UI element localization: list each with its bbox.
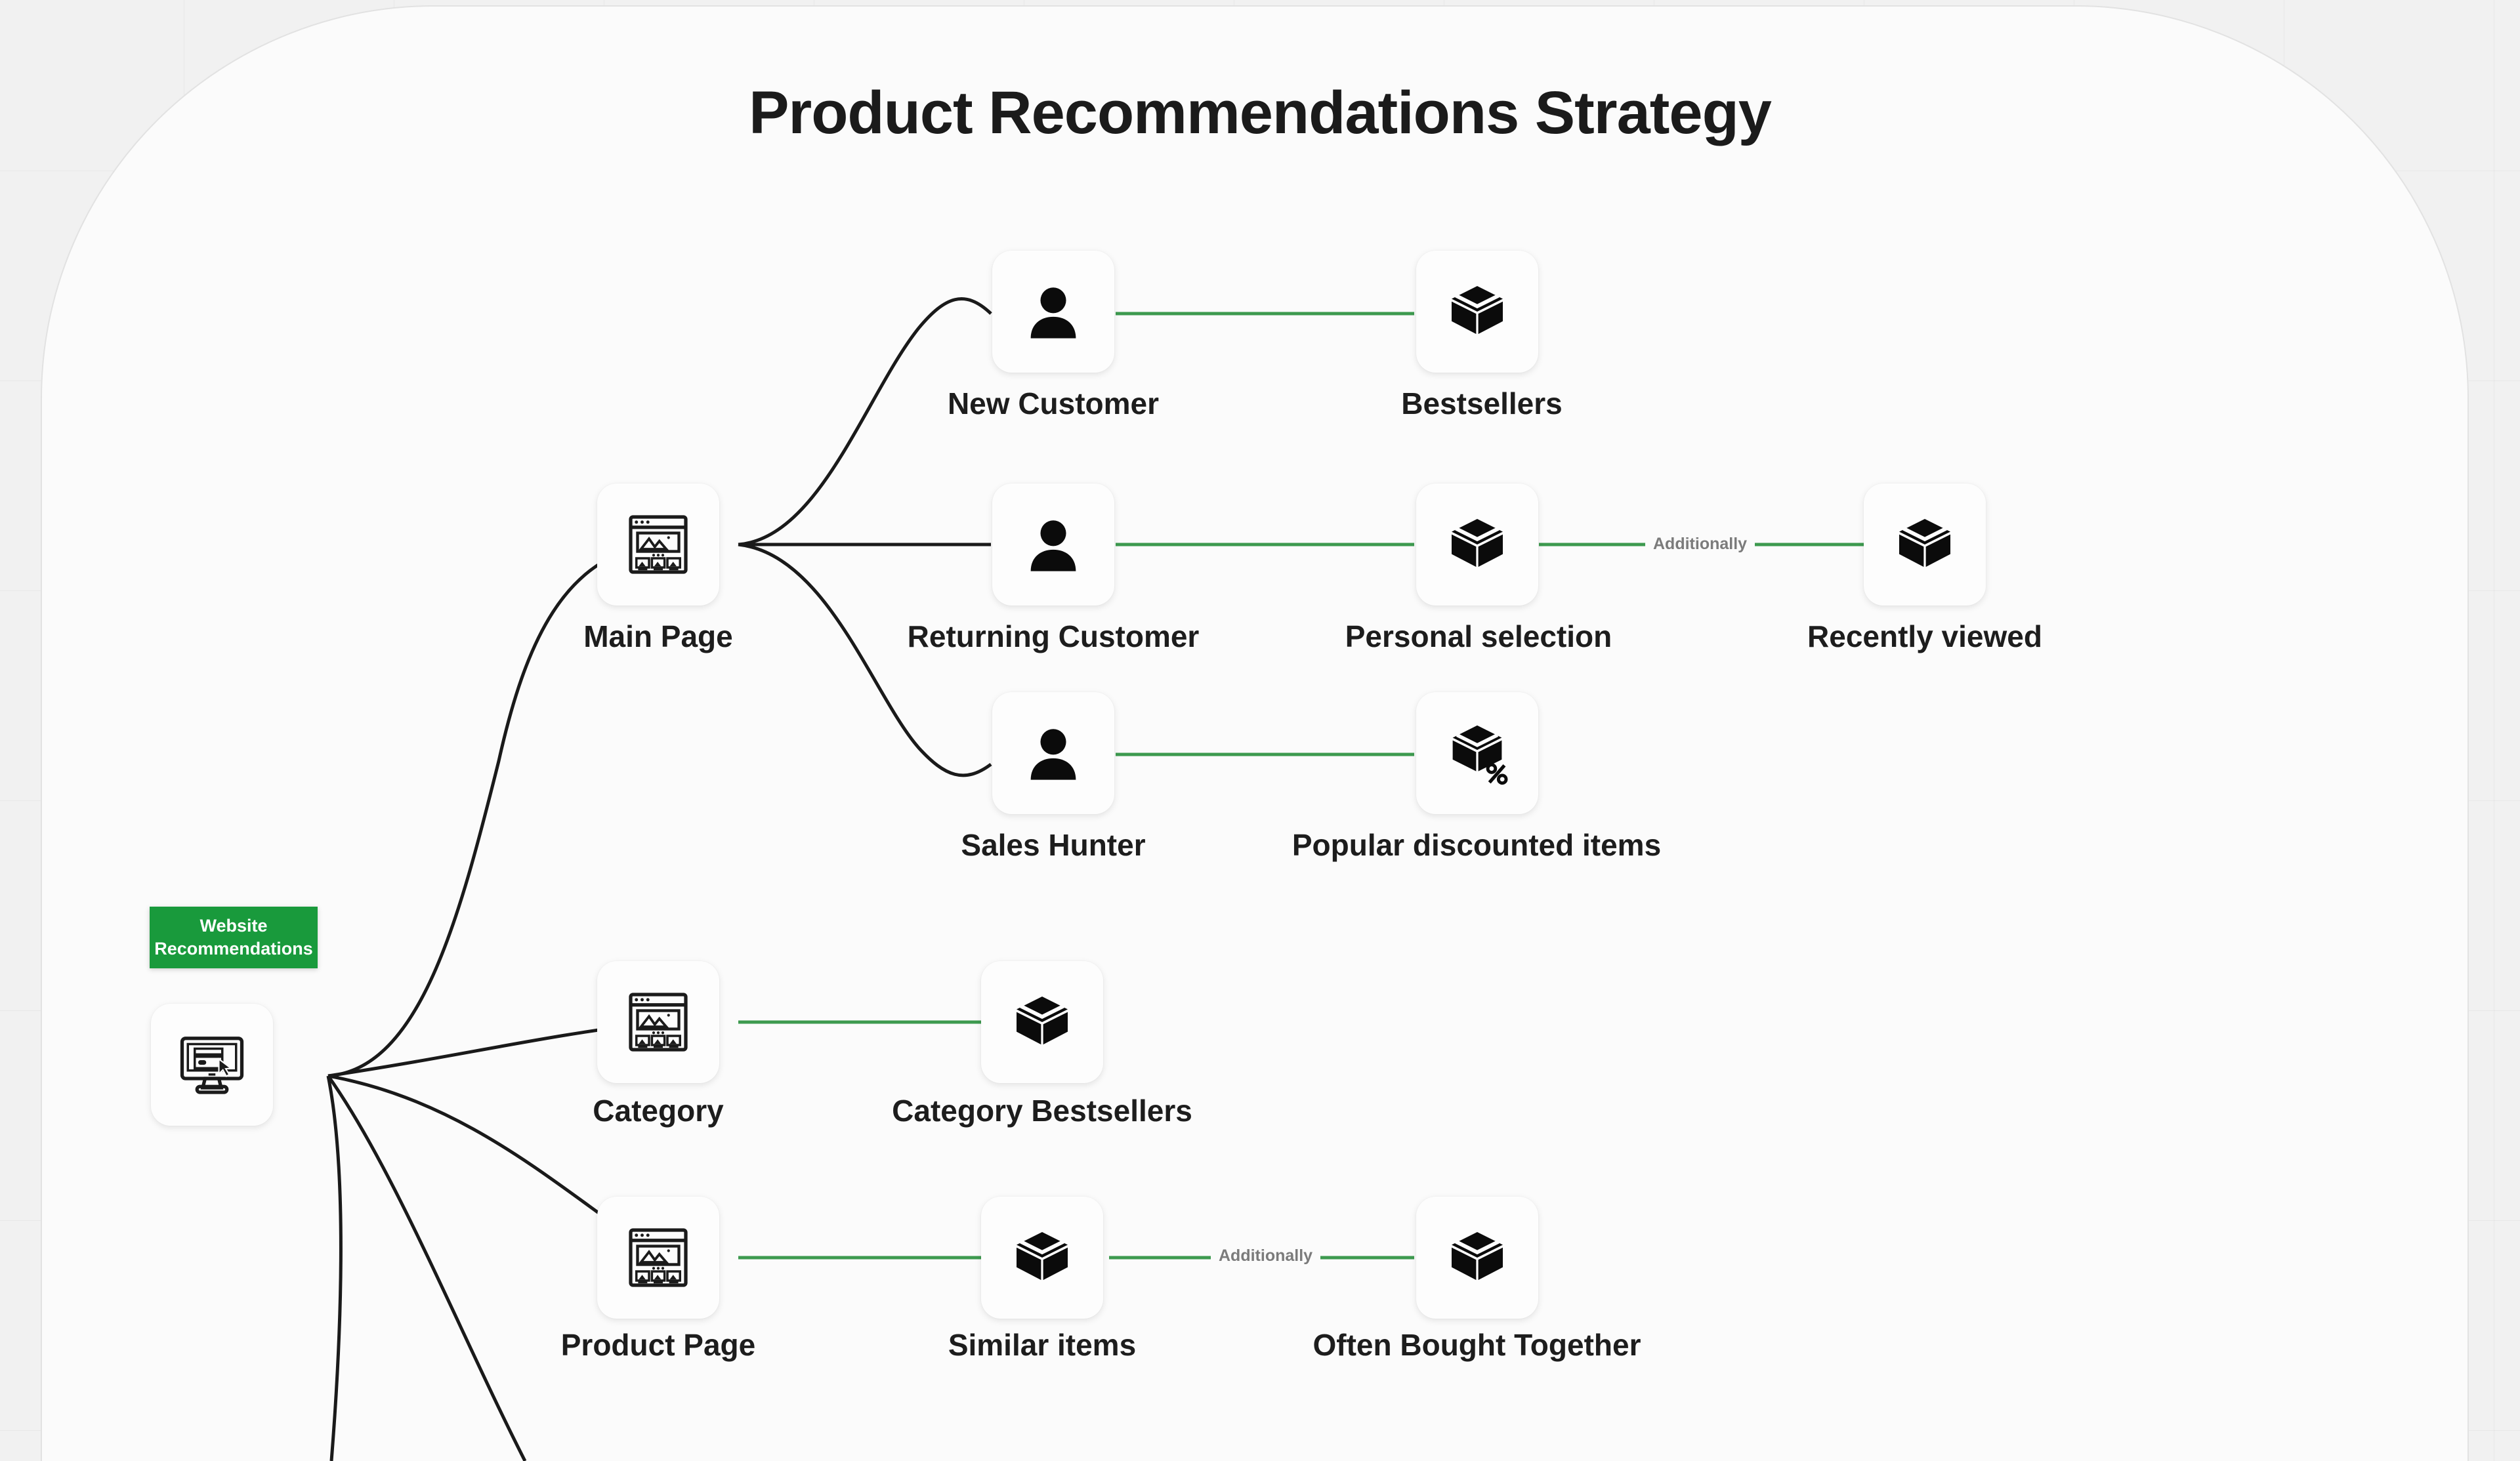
badge-line-2: Recommendations (154, 939, 313, 958)
node-often-bought-together[interactable] (1416, 1197, 1538, 1319)
person-icon (1020, 512, 1086, 577)
node-label-category-bestsellers: Category Bestsellers (892, 1094, 1192, 1128)
box-icon (1008, 988, 1076, 1056)
monitor-cursor-icon (175, 1028, 249, 1101)
node-label-recently-viewed: Recently viewed (1807, 619, 2042, 653)
node-sales-hunter[interactable] (992, 692, 1114, 814)
node-label-personal-selection: Personal selection (1345, 619, 1612, 653)
box-icon (1008, 1224, 1076, 1292)
edge-label-additionally-similar: Additionally (1211, 1245, 1321, 1267)
web-page-icon (621, 985, 695, 1059)
box-icon (1891, 510, 1959, 579)
node-popular-discounted-items[interactable] (1416, 692, 1538, 814)
box-percent-icon (1443, 719, 1511, 787)
node-label-similar-items: Similar items (948, 1328, 1137, 1362)
node-label-sales-hunter: Sales Hunter (961, 828, 1146, 862)
node-similar-items[interactable] (981, 1197, 1103, 1319)
node-main-page[interactable] (597, 484, 719, 606)
box-icon (1443, 1224, 1511, 1292)
web-page-icon (621, 1221, 695, 1294)
node-label-often-bought-together: Often Bought Together (1312, 1328, 1641, 1362)
node-bestsellers[interactable] (1416, 251, 1538, 373)
badge-line-1: Website (200, 915, 268, 936)
node-recently-viewed[interactable] (1864, 484, 1986, 606)
node-label-returning-customer: Returning Customer (907, 619, 1200, 653)
node-root-website[interactable] (151, 1004, 273, 1126)
edge-label-additionally-personal: Additionally (1645, 533, 1755, 555)
web-page-icon (621, 508, 695, 581)
node-label-popular-discounted-items: Popular discounted items (1292, 828, 1662, 862)
node-label-category: Category (593, 1094, 724, 1128)
person-icon (1020, 720, 1086, 786)
node-label-main-page: Main Page (583, 619, 733, 653)
node-product-page[interactable] (597, 1197, 719, 1319)
person-icon (1020, 279, 1086, 344)
page-title: Product Recommendations Strategy (749, 79, 1772, 146)
box-icon (1443, 510, 1511, 579)
diagram-canvas: Product Recommendations Strategy Website… (0, 0, 2520, 1461)
node-label-product-page: Product Page (560, 1328, 756, 1362)
node-category-bestsellers[interactable] (981, 961, 1103, 1083)
website-recommendations-badge[interactable]: Website Recommendations (150, 907, 318, 968)
diagram-board (41, 5, 2469, 1461)
node-personal-selection[interactable] (1416, 484, 1538, 606)
box-icon (1443, 278, 1511, 346)
node-new-customer[interactable] (992, 251, 1114, 373)
node-category[interactable] (597, 961, 719, 1083)
node-returning-customer[interactable] (992, 484, 1114, 606)
node-label-new-customer: New Customer (947, 386, 1160, 421)
node-label-bestsellers: Bestsellers (1401, 386, 1563, 421)
